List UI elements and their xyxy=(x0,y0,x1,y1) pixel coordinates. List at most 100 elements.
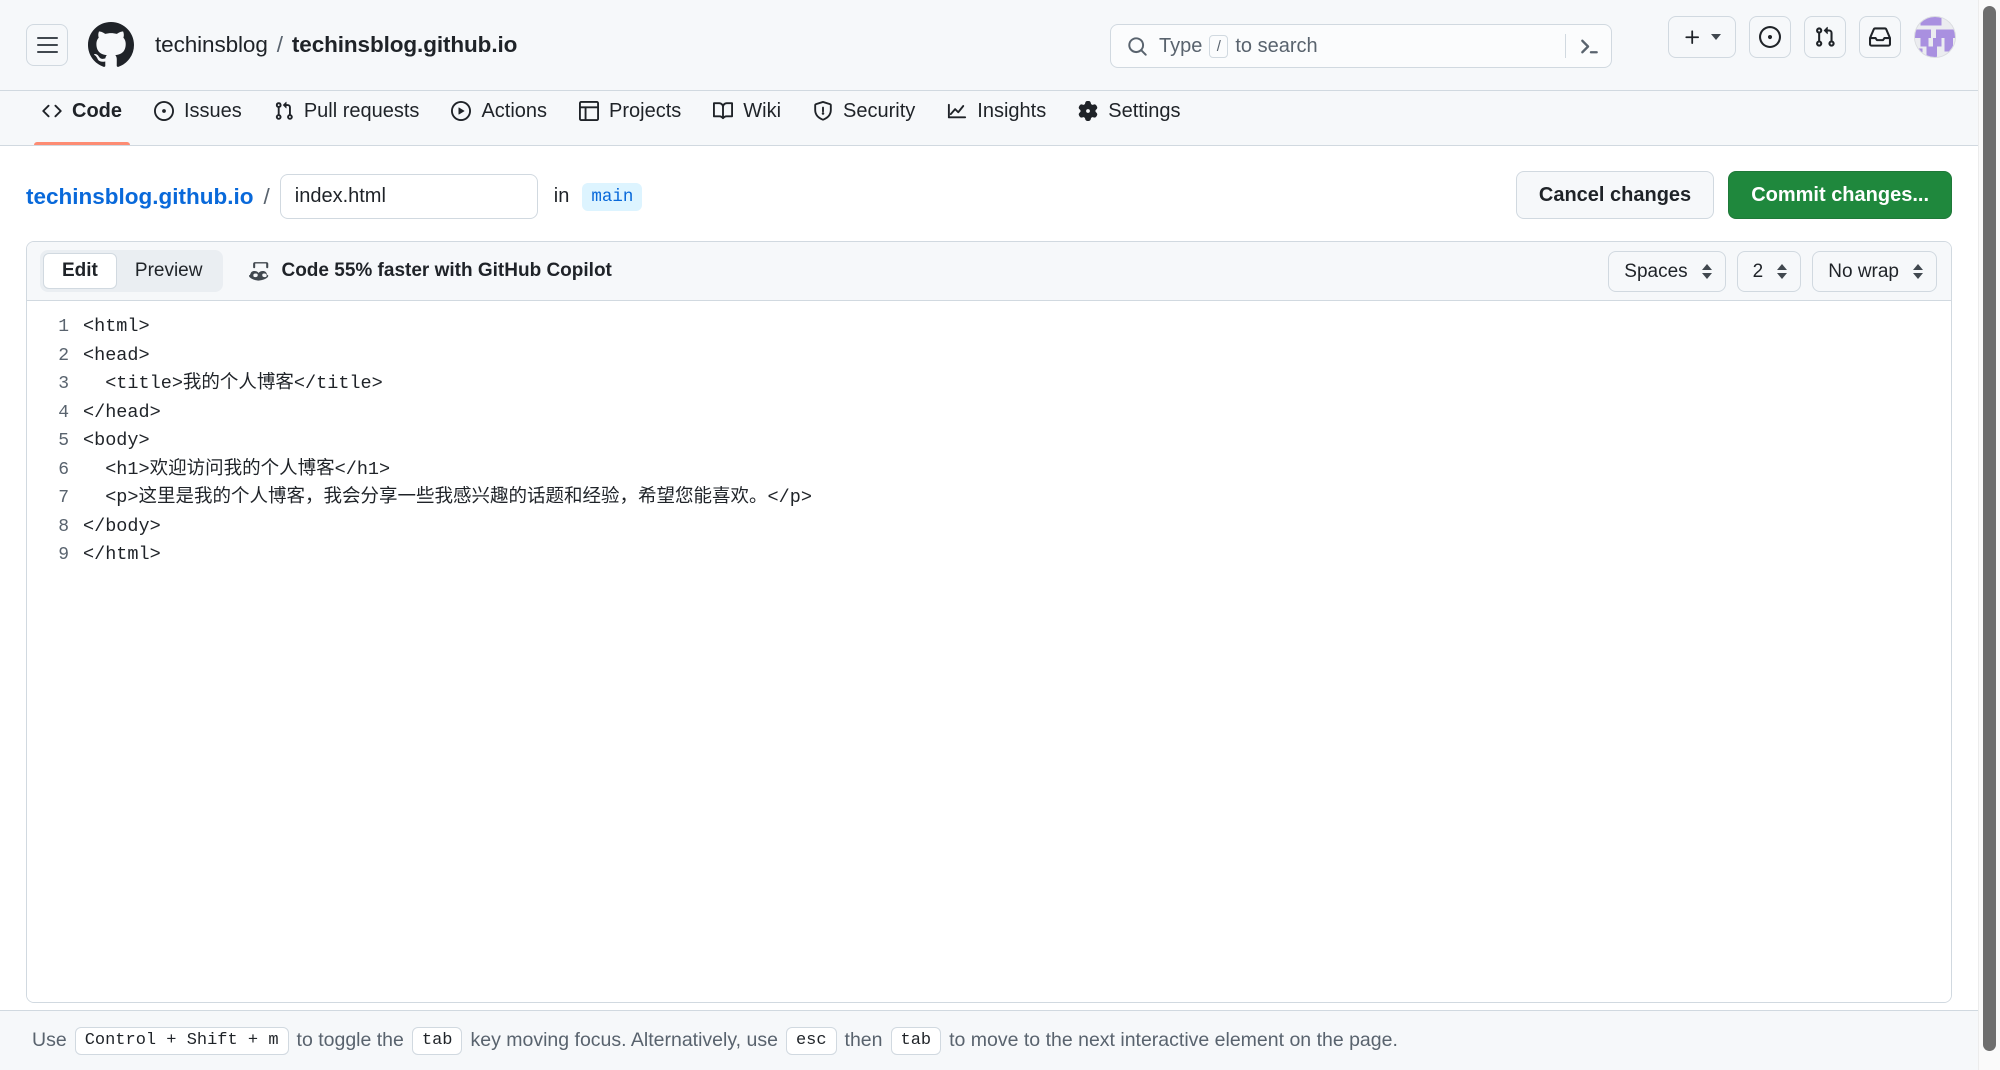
notifications-button[interactable] xyxy=(1859,16,1901,58)
code-line: 2 <head> xyxy=(27,342,1951,371)
line-content[interactable]: </body> xyxy=(83,513,161,542)
breadcrumb-repo[interactable]: techinsblog.github.io xyxy=(292,32,517,58)
indent-size-select[interactable]: 2 xyxy=(1736,251,1802,292)
issues-button[interactable] xyxy=(1749,16,1791,58)
breadcrumb: techinsblog / techinsblog.github.io xyxy=(155,32,517,58)
breadcrumb-owner[interactable]: techinsblog xyxy=(155,32,268,58)
search-input[interactable]: Type / to search xyxy=(1110,24,1612,68)
line-number: 7 xyxy=(58,488,69,508)
branch-badge: main xyxy=(582,182,643,211)
tab-wiki-label: Wiki xyxy=(743,99,782,122)
kbd-tab-2: tab xyxy=(890,1026,942,1055)
indent-size-value: 2 xyxy=(1752,260,1764,282)
tab-edit[interactable]: Edit xyxy=(43,253,117,289)
line-number: 4 xyxy=(58,402,69,423)
code-line: 5 <body> xyxy=(27,427,1951,456)
scrollbar-thumb[interactable] xyxy=(1983,6,1996,1051)
kbd-control-shift-m: Control + Shift + m xyxy=(74,1026,289,1055)
line-content[interactable]: <html> xyxy=(83,313,150,342)
github-logo-icon[interactable] xyxy=(88,22,134,68)
create-new-button[interactable] xyxy=(1668,16,1736,58)
repo-root-link[interactable]: techinsblog.github.io xyxy=(26,184,253,210)
indent-mode-select[interactable]: Spaces xyxy=(1608,251,1726,292)
user-avatar[interactable] xyxy=(1914,16,1956,58)
tab-projects-label: Projects xyxy=(609,99,682,122)
search-placeholder-suffix: to search xyxy=(1235,34,1318,57)
code-icon xyxy=(42,104,62,118)
file-actions: Cancel changes Commit changes... xyxy=(1515,171,1952,219)
code-line: 1 <html> xyxy=(27,313,1951,342)
tab-pull-requests[interactable]: Pull requests xyxy=(258,91,436,145)
tab-wiki[interactable]: Wiki xyxy=(697,91,797,145)
chevron-updown-icon xyxy=(1913,264,1923,279)
line-content[interactable]: <h1>欢迎访问我的个人博客</h1> xyxy=(83,456,390,485)
global-header: techinsblog / techinsblog.github.io Type… xyxy=(0,0,1978,91)
editor-toolbar: Edit Preview Code 55% faster with GitHub… xyxy=(27,242,1951,301)
tab-settings[interactable]: Settings xyxy=(1062,91,1196,145)
line-number: 8 xyxy=(58,516,69,537)
line-content[interactable]: <title>我的个人博客</title> xyxy=(83,370,383,399)
code-line: 3 <title>我的个人博客</title> xyxy=(27,370,1951,399)
line-number: 5 xyxy=(58,431,69,451)
book-icon xyxy=(713,102,734,120)
copilot-promo-link[interactable]: Code 55% faster with GitHub Copilot xyxy=(249,260,612,282)
line-content[interactable]: <body> xyxy=(83,427,150,456)
chevron-down-icon xyxy=(1711,34,1721,40)
file-editor: Edit Preview Code 55% faster with GitHub… xyxy=(26,241,1952,1003)
tab-pull-requests-label: Pull requests xyxy=(303,99,420,122)
chevron-updown-icon xyxy=(1701,264,1712,279)
browser-scrollbar[interactable] xyxy=(1978,0,2000,1070)
line-content[interactable]: </html> xyxy=(83,541,161,570)
hint-text-4: then xyxy=(844,1029,883,1051)
line-content[interactable]: </head> xyxy=(83,399,161,428)
tab-security[interactable]: Security xyxy=(797,91,931,145)
git-pull-request-icon xyxy=(275,101,293,120)
tab-issues[interactable]: Issues xyxy=(138,91,258,145)
edit-preview-tabs: Edit Preview xyxy=(40,250,224,292)
github-file-editor-page: techinsblog / techinsblog.github.io Type… xyxy=(0,0,2000,1070)
path-separator: / xyxy=(263,183,270,209)
search-placeholder-prefix: Type xyxy=(1159,34,1203,57)
hint-text-5: to move to the next interactive element … xyxy=(949,1029,1398,1051)
indent-mode-value: Spaces xyxy=(1624,260,1688,282)
tab-settings-label: Settings xyxy=(1108,99,1181,122)
code-line: 6 <h1>欢迎访问我的个人博客</h1> xyxy=(27,456,1951,485)
search-divider xyxy=(1565,34,1566,58)
pull-requests-button[interactable] xyxy=(1804,16,1846,58)
hamburger-menu-icon[interactable] xyxy=(26,24,68,66)
copilot-promo-label: Code 55% faster with GitHub Copilot xyxy=(281,260,612,281)
git-pull-request-icon xyxy=(1816,26,1835,47)
line-number: 1 xyxy=(58,317,69,337)
line-content[interactable]: <p>这里是我的个人博客，我会分享一些我感兴趣的话题和经验，希望您能喜欢。</p… xyxy=(83,484,812,513)
tab-issues-label: Issues xyxy=(184,99,242,122)
repository-nav: Code Issues Pull requests Actions Projec… xyxy=(0,91,1978,146)
file-header-row: techinsblog.github.io / in main Cancel c… xyxy=(0,146,1978,241)
line-number: 3 xyxy=(58,374,69,394)
tab-code-label: Code xyxy=(72,99,122,122)
line-number: 2 xyxy=(58,345,69,366)
code-line: 9 </html> xyxy=(27,541,1951,570)
code-editor-area[interactable]: 1 <html> 2 <head> 3 <title>我的个人博客</title> 4 </… xyxy=(27,301,1951,1002)
tab-insights[interactable]: Insights xyxy=(931,91,1062,145)
commit-changes-button[interactable]: Commit changes... xyxy=(1728,171,1952,219)
tab-actions[interactable]: Actions xyxy=(435,91,563,145)
play-icon xyxy=(451,101,472,121)
avatar-icon xyxy=(1915,17,1955,57)
gear-icon xyxy=(1078,101,1098,121)
inbox-icon xyxy=(1869,27,1891,47)
filename-input[interactable] xyxy=(279,174,538,219)
wrap-mode-select[interactable]: No wrap xyxy=(1812,251,1937,292)
shield-icon xyxy=(814,101,832,121)
kbd-tab-1: tab xyxy=(411,1026,463,1055)
line-number: 6 xyxy=(58,459,69,480)
cancel-changes-button[interactable]: Cancel changes xyxy=(1515,171,1715,219)
tab-projects[interactable]: Projects xyxy=(563,91,697,145)
kbd-esc: esc xyxy=(785,1026,837,1055)
tab-preview[interactable]: Preview xyxy=(117,253,221,289)
wrap-mode-value: No wrap xyxy=(1828,260,1899,282)
breadcrumb-separator: / xyxy=(276,32,283,57)
terminal-prompt-icon[interactable] xyxy=(1578,35,1601,58)
hint-text-1: Use xyxy=(32,1029,67,1051)
tab-code[interactable]: Code xyxy=(26,91,138,145)
line-content[interactable]: <head> xyxy=(83,342,150,371)
